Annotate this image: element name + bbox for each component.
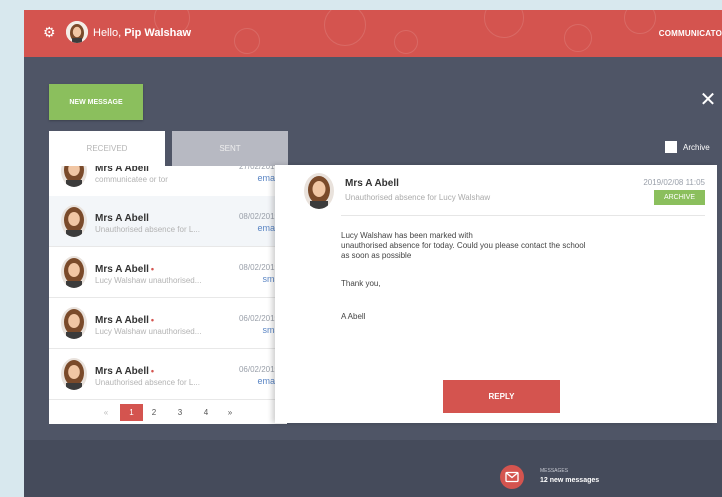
divider: [341, 215, 705, 216]
pagination-prev[interactable]: «: [99, 404, 113, 421]
pagination: « 1 2 3 4 »: [49, 404, 287, 422]
pagination-page-1[interactable]: 1: [120, 404, 143, 421]
app-window: ⚙ Hello, Pip Walshaw COMMUNICATO NEW MES…: [24, 10, 722, 497]
body-signature: A Abell: [341, 312, 366, 321]
close-icon[interactable]: ✕: [699, 90, 717, 110]
body-line: as soon as possible: [341, 251, 412, 260]
archive-button[interactable]: ARCHIVE: [654, 190, 705, 205]
detail-sender-name: Mrs A Abell: [345, 178, 399, 189]
tab-received[interactable]: RECEIVED: [49, 131, 165, 166]
message-date: 08/02/2019: [238, 263, 279, 272]
message-list: Mrs A Abell communicatee or tor 27/02/2019…: [49, 166, 287, 424]
list-item[interactable]: Mrs A Abell Unauthorised absence for L...…: [49, 196, 287, 247]
sender-avatar: [304, 173, 334, 209]
message-preview: communicatee or tor: [95, 175, 168, 184]
unread-dot: •: [150, 315, 155, 325]
pagination-page-2[interactable]: 2: [147, 404, 161, 421]
sender-avatar: [61, 256, 87, 288]
list-item[interactable]: Mrs A Abell • Lucy Walshaw unauthorised...…: [49, 247, 287, 298]
pagination-page-4[interactable]: 4: [199, 404, 213, 421]
footer-bar: [24, 440, 722, 497]
body-thanks: Thank you,: [341, 279, 381, 288]
sender-name: Mrs A Abell: [95, 166, 149, 174]
archive-checkbox-label: Archive: [683, 143, 710, 152]
sender-name: Mrs A Abell: [95, 213, 149, 224]
detail-subject: Unauthorised absence for Lucy Walshaw: [345, 193, 491, 202]
message-preview: Unauthorised absence for L...: [95, 225, 200, 234]
message-date: 06/02/2019: [238, 365, 279, 374]
pagination-next[interactable]: »: [223, 404, 237, 421]
greeting: Hello, Pip Walshaw: [93, 27, 192, 39]
list-item[interactable]: Mrs A Abell • Unauthorised absence for L..…: [49, 349, 287, 400]
pagination-page-3[interactable]: 3: [173, 404, 187, 421]
message-date: 06/02/2019: [238, 314, 279, 323]
body-line: Lucy Walshaw has been marked with: [341, 231, 473, 240]
tab-sent[interactable]: SENT: [172, 131, 288, 166]
sender-avatar: [61, 166, 87, 187]
user-name: Pip Walshaw: [124, 27, 192, 39]
message-date: 08/02/2019: [238, 212, 279, 221]
message-detail: Mrs A Abell Unauthorised absence for Luc…: [275, 165, 717, 423]
messages-label: MESSAGES: [540, 468, 569, 474]
archive-checkbox[interactable]: [665, 141, 677, 153]
gear-icon[interactable]: ⚙: [43, 24, 56, 40]
reply-button[interactable]: REPLY: [443, 380, 560, 413]
detail-date: 2019/02/08 11:05: [643, 178, 705, 187]
sender-name: Mrs A Abell •: [95, 315, 155, 326]
list-item[interactable]: Mrs A Abell communicatee or tor 27/02/2019…: [49, 166, 287, 197]
envelope-icon[interactable]: [500, 465, 524, 489]
unread-dot: •: [150, 264, 155, 274]
sender-avatar: [61, 358, 87, 390]
sender-avatar: [61, 307, 87, 339]
message-preview: Unauthorised absence for L...: [95, 378, 200, 387]
message-preview: Lucy Walshaw unauthorised...: [95, 276, 202, 285]
list-item[interactable]: Mrs A Abell • Lucy Walshaw unauthorised...…: [49, 298, 287, 349]
body-line: unauthorised absence for today. Could yo…: [341, 241, 586, 250]
message-date: 27/02/2019: [238, 166, 279, 171]
sender-avatar: [61, 205, 87, 237]
sender-name: Mrs A Abell •: [95, 264, 155, 275]
app-name[interactable]: COMMUNICATO: [659, 29, 722, 38]
unread-dot: •: [150, 366, 155, 376]
messages-count[interactable]: 12 new messages: [540, 477, 599, 484]
top-bar: ⚙ Hello, Pip Walshaw COMMUNICATO: [24, 10, 722, 57]
message-preview: Lucy Walshaw unauthorised...: [95, 327, 202, 336]
avatar[interactable]: [66, 21, 88, 43]
sender-name: Mrs A Abell •: [95, 366, 155, 377]
message-body: Lucy Walshaw has been marked with unauth…: [341, 231, 661, 322]
new-message-button[interactable]: NEW MESSAGE: [49, 84, 143, 120]
